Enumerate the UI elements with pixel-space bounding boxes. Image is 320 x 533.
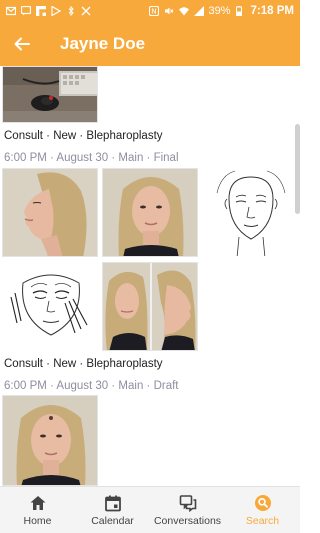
face-sketch-front[interactable] <box>202 168 298 257</box>
status-notifications <box>5 5 91 17</box>
back-button[interactable] <box>0 22 44 66</box>
arrow-left-icon <box>14 37 30 51</box>
play-icon <box>51 5 62 17</box>
mute-icon <box>164 6 174 16</box>
wifi-icon <box>178 6 189 16</box>
status-time: 7:18 PM <box>250 5 294 17</box>
nav-conversations-label: Conversations <box>153 514 222 527</box>
calendar-icon <box>104 495 121 511</box>
front-face-photo-2[interactable] <box>2 395 98 486</box>
entry-meta: 6:00 PM · August 30 · Main · Draft <box>4 380 179 392</box>
search-icon <box>254 494 271 511</box>
face-sketch-markings[interactable] <box>2 262 98 351</box>
conversations-icon <box>179 494 196 512</box>
side-profile-pair-photo[interactable] <box>102 262 198 351</box>
status-system: N 39% 7:18 PM <box>148 5 294 17</box>
profile-left-photo[interactable] <box>2 168 98 257</box>
scrollbar[interactable] <box>295 124 300 214</box>
nfc-icon: N <box>148 5 159 17</box>
bluetooth-off-icon <box>66 5 76 17</box>
flipboard-icon <box>36 6 46 16</box>
status-bar: N 39% 7:18 PM <box>0 0 300 22</box>
photo-entries-list[interactable]: Consult · New · Blepharoplasty 6:00 PM ·… <box>0 66 300 486</box>
home-icon <box>30 495 45 510</box>
chat-icon <box>20 5 32 16</box>
nav-calendar-label: Calendar <box>91 514 134 527</box>
nav-home[interactable]: Home <box>0 487 75 533</box>
desk-photo[interactable] <box>2 66 98 123</box>
battery-icon <box>235 6 246 16</box>
envelope-icon <box>5 6 17 16</box>
x-icon <box>81 6 91 16</box>
battery-percent: 39% <box>208 5 231 17</box>
entry-title: Consult · New · Blepharoplasty <box>4 130 163 142</box>
entry-title: Consult · New · Blepharoplasty <box>4 358 163 370</box>
page-title: Jayne Doe <box>60 34 146 53</box>
entry-meta: 6:00 PM · August 30 · Main · Final <box>4 152 179 164</box>
signal-icon <box>193 6 204 16</box>
bottom-nav: Home Calendar Conversations Search <box>0 486 300 533</box>
nav-search[interactable]: Search <box>225 487 300 533</box>
front-face-photo[interactable] <box>102 168 198 257</box>
nav-calendar[interactable]: Calendar <box>75 487 150 533</box>
app-bar: Jayne Doe <box>0 22 300 66</box>
svg-text:N: N <box>151 8 156 16</box>
nav-search-label: Search <box>245 514 280 527</box>
nav-home-label: Home <box>23 514 52 527</box>
nav-conversations[interactable]: Conversations <box>150 487 225 533</box>
